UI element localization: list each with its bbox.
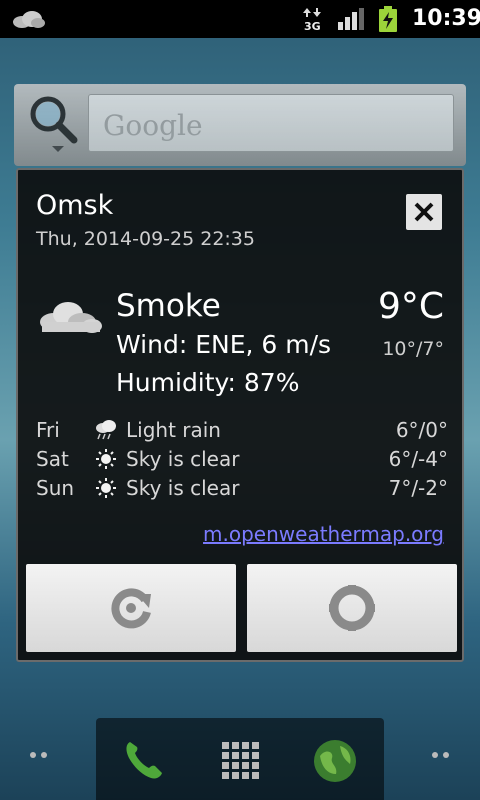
close-button[interactable] [406, 194, 442, 230]
clear-sky-icon [96, 449, 116, 469]
forecast-list: Fri Light rain 6°/0° Sat Sky is clear 6°… [36, 418, 448, 505]
refresh-icon [111, 588, 151, 629]
status-time: 10:39 [412, 6, 480, 31]
close-icon [414, 202, 434, 222]
search-input[interactable]: Google [88, 94, 454, 152]
settings-icon [329, 585, 375, 631]
openweathermap-link[interactable]: m.openweathermap.org [203, 522, 444, 546]
observation-datetime: Thu, 2014-09-25 22:35 [36, 228, 255, 250]
forecast-day: Sun [36, 476, 75, 500]
forecast-row: Fri Light rain 6°/0° [36, 418, 448, 447]
forecast-description: Light rain [126, 418, 221, 442]
forecast-row: Sun Sky is clear 7°/-2° [36, 476, 448, 505]
google-search-widget[interactable]: Google [14, 84, 466, 166]
cloud-icon [13, 11, 45, 28]
battery-charging-icon [379, 6, 397, 32]
forecast-row: Sat Sky is clear 6°/-4° [36, 447, 448, 476]
forecast-temps: 7°/-2° [388, 476, 448, 500]
app-drawer-icon[interactable] [220, 740, 260, 780]
settings-button[interactable] [247, 564, 457, 652]
page-indicator-right[interactable] [430, 750, 452, 760]
humidity-info: Humidity: 87% [116, 368, 300, 397]
smoke-cloud-icon [40, 302, 102, 333]
signal-strength-icon [338, 8, 364, 30]
forecast-day: Fri [36, 418, 60, 442]
page-indicator-left[interactable] [28, 750, 50, 760]
phone-icon[interactable] [120, 736, 166, 782]
forecast-description: Sky is clear [126, 476, 240, 500]
dock [96, 718, 384, 800]
temperature-range: 10°/7° [382, 338, 444, 360]
clear-sky-icon [96, 478, 116, 498]
browser-icon[interactable] [312, 738, 358, 784]
forecast-day: Sat [36, 447, 69, 471]
search-icon[interactable] [24, 92, 80, 152]
forecast-description: Sky is clear [126, 447, 240, 471]
city-name: Omsk [36, 190, 114, 221]
current-condition: Smoke [116, 288, 221, 324]
weather-dialog: Omsk Thu, 2014-09-25 22:35 Smoke Wind: E… [16, 168, 464, 662]
status-bar: 3G 10:39 [0, 0, 480, 38]
network-3g-icon: 3G [303, 8, 321, 32]
forecast-temps: 6°/-4° [388, 447, 448, 471]
wind-info: Wind: ENE, 6 m/s [116, 330, 332, 359]
svg-text:3G: 3G [304, 20, 321, 32]
forecast-temps: 6°/0° [395, 418, 448, 442]
refresh-button[interactable] [26, 564, 236, 652]
current-temperature: 9°C [377, 286, 444, 327]
light-rain-icon [96, 420, 116, 440]
